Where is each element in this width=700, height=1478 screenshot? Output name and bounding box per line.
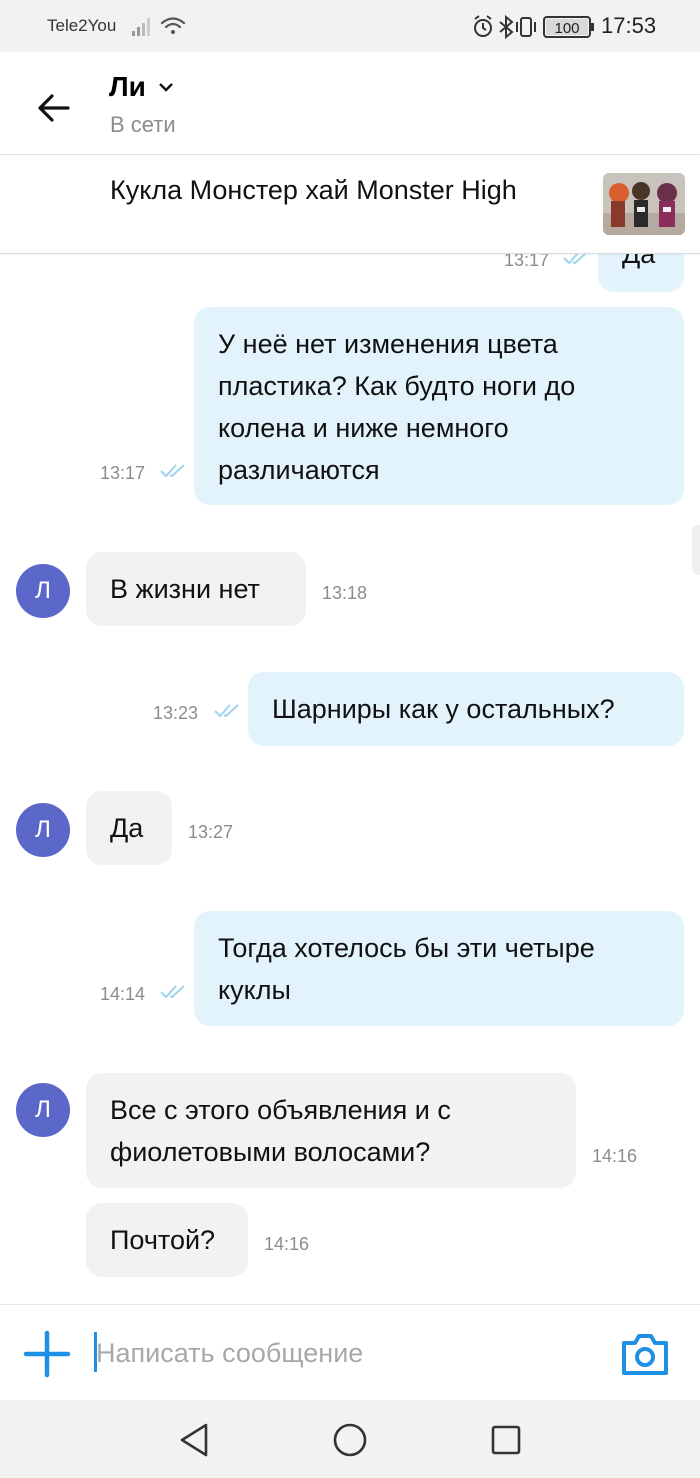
carrier-name: Tele2You <box>47 16 117 35</box>
clock: 17:53 <box>601 13 657 38</box>
system-navigation-bar <box>0 1400 700 1478</box>
battery-level: 100 <box>554 20 579 37</box>
message-text: В жизни нет <box>110 574 260 604</box>
bluetooth-icon <box>499 14 514 40</box>
message-composer <box>0 1304 700 1401</box>
message-time: 13:17 <box>100 463 146 483</box>
incoming-message[interactable]: Да <box>86 791 172 865</box>
message-time: 13:23 <box>153 703 199 723</box>
message-time: 13:17 <box>504 253 550 270</box>
message-time: 14:16 <box>592 1146 638 1166</box>
vibrate-icon <box>516 17 536 37</box>
message-text: Да <box>110 813 144 843</box>
outgoing-message[interactable]: Да <box>598 253 684 292</box>
message-text: Тогда хотелось бы эти четыре куклы <box>218 933 595 1005</box>
nav-recents-icon[interactable] <box>490 1424 522 1461</box>
chat-header <box>0 52 700 155</box>
attach-button[interactable] <box>22 1329 72 1379</box>
status-bar: Tele2You 100 17:53 <box>0 0 700 52</box>
wifi-icon <box>160 17 186 34</box>
message-input[interactable] <box>96 1330 596 1376</box>
message-time: 13:18 <box>322 583 368 603</box>
back-button[interactable] <box>34 88 74 128</box>
incoming-message[interactable]: Все с этого объявления и с фиолетовыми в… <box>86 1073 576 1188</box>
system-status-icons: 100 <box>472 14 596 40</box>
avatar[interactable]: Л <box>16 803 70 857</box>
message-time: 13:27 <box>188 822 234 842</box>
message-text: Все с этого объявления и с фиолетовыми в… <box>110 1095 451 1167</box>
camera-icon <box>622 1334 668 1375</box>
nav-home-icon[interactable] <box>332 1422 368 1463</box>
message-text: У неё нет изменения цвета пластика? Как … <box>218 329 576 485</box>
listing-title: Кукла Монстер хай Monster High <box>110 175 517 205</box>
camera-button[interactable] <box>620 1331 670 1377</box>
scroll-handle[interactable] <box>692 525 700 575</box>
contact-name[interactable]: Ли <box>109 71 146 103</box>
listing-thumbnail <box>603 173 685 235</box>
read-ticks-icon <box>159 984 187 1005</box>
avatar[interactable]: Л <box>16 1083 70 1137</box>
contact-status: В сети <box>110 112 176 137</box>
avatar[interactable]: Л <box>16 564 70 618</box>
message-time: 14:16 <box>264 1234 310 1254</box>
message-list[interactable]: Да 13:17 У неё нет изменения цвета пласт… <box>0 253 700 1304</box>
nav-back-icon[interactable] <box>178 1422 210 1463</box>
back-arrow-icon <box>38 94 70 122</box>
alarm-icon <box>474 15 492 37</box>
incoming-message[interactable]: Почтой? <box>86 1203 248 1277</box>
outgoing-message[interactable]: У неё нет изменения цвета пластика? Как … <box>194 307 684 505</box>
message-time: 14:14 <box>100 984 146 1004</box>
listing-banner[interactable]: Кукла Монстер хай Monster High <box>0 155 700 254</box>
signal-wifi-icons <box>132 15 188 42</box>
read-ticks-icon <box>213 703 241 724</box>
signal-icon <box>132 18 150 36</box>
plus-icon <box>23 1330 71 1378</box>
incoming-message[interactable]: В жизни нет <box>86 552 306 626</box>
read-ticks-icon <box>159 463 187 484</box>
message-text: Почтой? <box>110 1225 216 1255</box>
message-text: Да <box>622 253 656 269</box>
read-ticks-icon <box>562 253 590 271</box>
chevron-down-icon[interactable] <box>157 80 175 99</box>
outgoing-message[interactable]: Шарниры как у остальных? <box>248 672 684 746</box>
outgoing-message[interactable]: Тогда хотелось бы эти четыре куклы <box>194 911 684 1026</box>
message-text: Шарниры как у остальных? <box>272 694 615 724</box>
